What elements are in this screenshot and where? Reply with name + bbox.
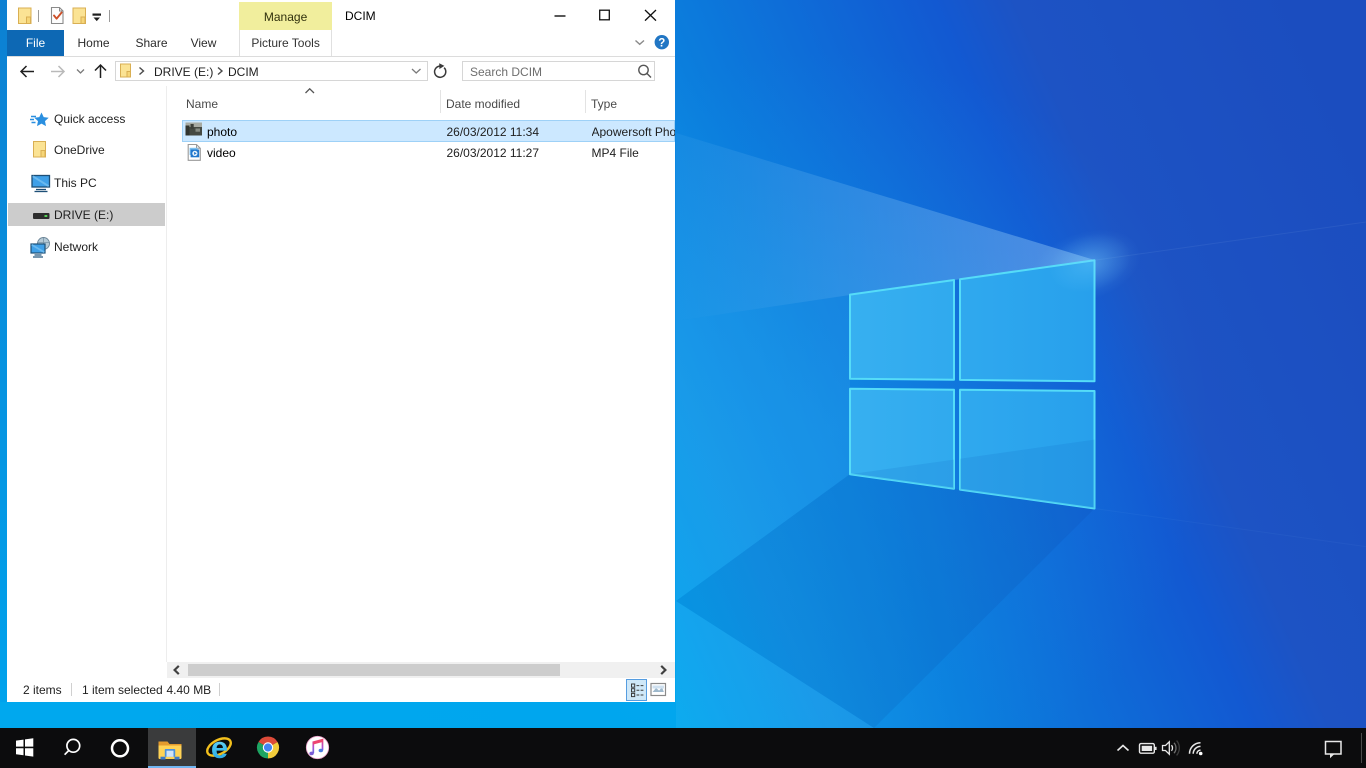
svg-text:e: e <box>211 730 228 765</box>
svg-text:?: ? <box>658 37 665 49</box>
